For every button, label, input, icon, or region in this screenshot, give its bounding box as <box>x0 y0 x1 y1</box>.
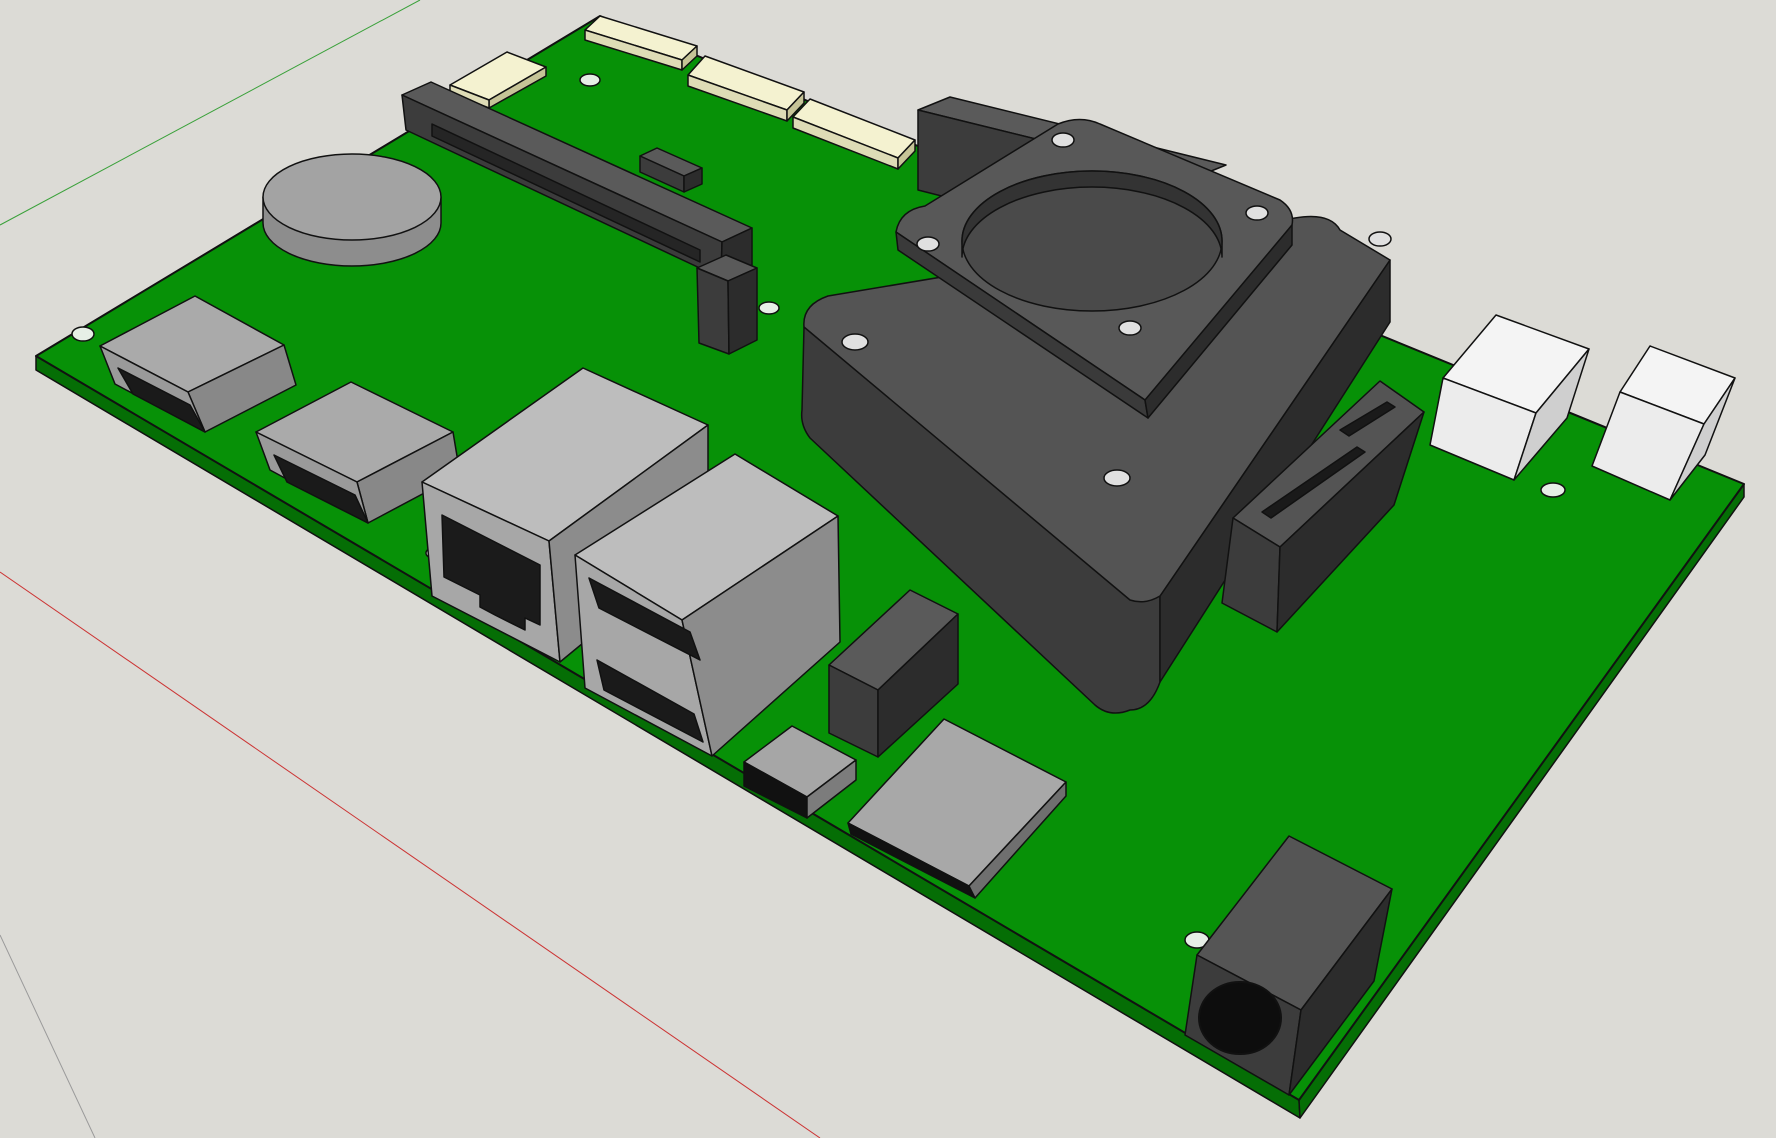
coin-cell-battery[interactable] <box>262 153 442 267</box>
screw-hole <box>1118 320 1142 336</box>
mounting-hole <box>1540 482 1566 498</box>
screw-hole <box>841 333 869 351</box>
screw-hole <box>1051 132 1075 148</box>
screw-hole <box>1368 231 1392 247</box>
gray-axis-line <box>0 934 96 1138</box>
screw-hole <box>1103 469 1131 487</box>
mounting-hole <box>758 301 780 315</box>
scene-canvas[interactable] <box>0 0 1776 1138</box>
screw-hole <box>1245 205 1269 221</box>
model-viewport[interactable] <box>0 0 1776 1138</box>
header-post <box>696 254 758 355</box>
screw-hole <box>916 236 940 252</box>
mounting-hole <box>71 326 95 342</box>
mounting-hole <box>579 73 601 87</box>
power-jack-opening <box>1198 981 1282 1055</box>
